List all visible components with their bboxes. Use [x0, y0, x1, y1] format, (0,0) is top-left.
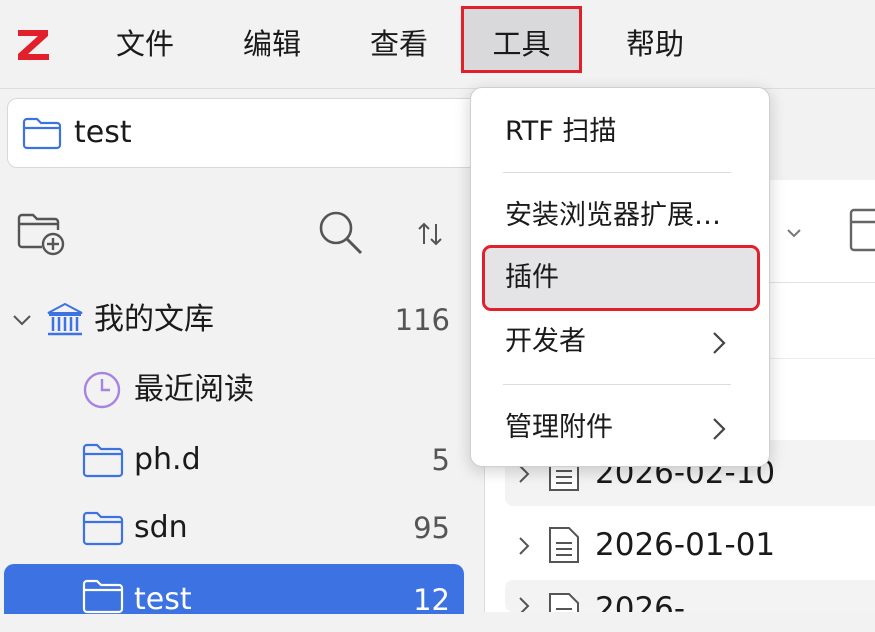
tree-item-label: test [134, 582, 192, 617]
tree-item-label: 我的文库 [94, 302, 214, 337]
menu-item-label: RTF 扫描 [505, 116, 617, 147]
item-row[interactable]: 2026-01-01 [505, 512, 875, 578]
tree-item-count: 12 [413, 583, 450, 617]
tree-item-label: 最近阅读 [134, 372, 254, 407]
tree-item-phd[interactable]: ph.d 5 [4, 428, 464, 492]
chevron-right-icon [713, 418, 726, 440]
tree-item-sdn[interactable]: sdn 95 [4, 496, 464, 560]
menu-separator [503, 172, 731, 173]
zotero-logo-icon[interactable] [14, 24, 54, 64]
chevron-right-icon [713, 332, 726, 354]
tree-item-count: 116 [394, 303, 450, 337]
collection-sidebar: 我的文库 116 最近阅读 ph.d 5 sdn 95 test 12 [0, 180, 484, 617]
menu-item-rtf-scan[interactable]: RTF 扫描 [483, 100, 759, 164]
tree-item-test[interactable]: test 12 [4, 564, 464, 617]
library-icon [47, 302, 83, 336]
search-icon[interactable] [316, 208, 366, 258]
folder-icon [82, 443, 124, 478]
menu-item-label: 管理附件 [505, 412, 613, 443]
pane-toggle-icon[interactable] [849, 208, 875, 254]
menu-bar: 文件 编辑 查看 工具 帮助 [0, 0, 875, 89]
menu-item-developer[interactable]: 开发者 [483, 310, 759, 374]
menu-separator [503, 384, 731, 385]
menu-tools[interactable]: 工具 [461, 6, 582, 73]
menu-help[interactable]: 帮助 [610, 18, 700, 70]
item-title: 2026- [595, 591, 686, 612]
new-collection-icon[interactable] [16, 210, 66, 256]
sort-icon[interactable] [416, 220, 444, 248]
folder-icon [82, 511, 124, 546]
item-title: 2026-01-01 [595, 527, 776, 563]
tools-menu-dropdown: RTF 扫描 安装浏览器扩展… 插件 开发者 管理附件 [470, 87, 770, 467]
chevron-down-icon[interactable] [785, 226, 803, 240]
menu-item-label: 开发者 [505, 326, 586, 357]
tree-item-label: sdn [134, 510, 188, 545]
menu-item-manage-attachments[interactable]: 管理附件 [483, 396, 759, 460]
chevron-right-icon[interactable] [517, 596, 531, 612]
collection-path-bar[interactable]: test [7, 98, 527, 168]
menu-item-label: 安装浏览器扩展… [505, 200, 721, 231]
menu-item-label: 插件 [505, 262, 559, 293]
folder-icon [82, 579, 124, 614]
menu-file[interactable]: 文件 [100, 18, 190, 70]
menu-edit[interactable]: 编辑 [227, 18, 317, 70]
menu-item-install-browser-extension[interactable]: 安装浏览器扩展… [483, 184, 759, 248]
chevron-right-icon[interactable] [517, 464, 531, 484]
tree-item-count: 5 [431, 443, 450, 477]
document-icon [549, 593, 579, 612]
tree-item-label: ph.d [134, 442, 201, 477]
menu-view[interactable]: 查看 [354, 18, 444, 70]
clock-icon [83, 371, 121, 409]
document-icon [549, 527, 579, 563]
tree-item-my-library[interactable]: 我的文库 116 [4, 288, 464, 352]
chevron-down-icon[interactable] [12, 312, 32, 328]
tree-item-recently-read[interactable]: 最近阅读 [4, 358, 464, 422]
item-row[interactable]: 2026- [505, 580, 875, 612]
chevron-right-icon[interactable] [517, 536, 531, 556]
collection-path-label: test [74, 115, 132, 150]
tree-item-count: 95 [413, 511, 450, 545]
folder-icon [22, 117, 62, 150]
menu-item-plugins[interactable]: 插件 [482, 245, 760, 311]
